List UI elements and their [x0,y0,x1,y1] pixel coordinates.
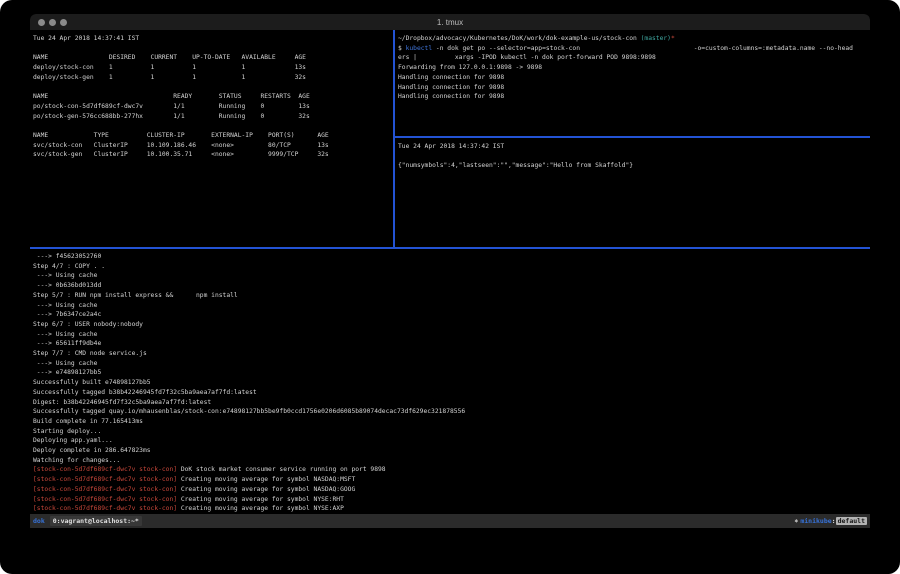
tmux-status-bar: dok 0:vagrant@localhost:~* ⎈ minikube : … [30,514,870,528]
terminal-line: Successfully tagged quay.io/mhausenblas/… [33,407,870,417]
tmux-window-label[interactable]: 0:vagrant@localhost:~* [50,516,142,526]
terminal-line: [stock-con-5d7df689cf-dwc7v stock-con] C… [33,485,870,495]
terminal-line: Tue 24 Apr 2018 14:37:42 IST [398,142,870,152]
terminal-line: {"numsymbols":4,"lastseen":"","message":… [398,161,870,171]
terminal-line: NAME TYPE CLUSTER-IP EXTERNAL-IP PORT(S)… [33,131,393,141]
terminal-line: ---> f45623052760 [33,252,870,262]
window-title: 1. tmux [30,18,870,27]
terminal-line: [stock-con-5d7df689cf-dwc7v stock-con] D… [33,465,870,475]
tmux-session-name: dok [33,517,45,525]
terminal-line: Build complete in 77.165413ms [33,417,870,427]
pane-skaffold-log[interactable]: ---> f45623052760Step 4/7 : COPY . . ---… [30,249,870,514]
tmux-content: Tue 24 Apr 2018 14:37:41 IST NAME DESIRE… [30,30,870,528]
terminal-line: ---> 7b6347ce2a4c [33,310,870,320]
terminal-line: [stock-con-5d7df689cf-dwc7v stock-con] C… [33,495,870,505]
pane-port-forward[interactable]: ~/Dropbox/advocacy/Kubernetes/DoK/work/d… [395,30,870,136]
right-pane-column: ~/Dropbox/advocacy/Kubernetes/DoK/work/d… [395,30,870,247]
terminal-line: ---> e74898127bb5 [33,368,870,378]
terminal-line: Step 6/7 : USER nobody:nobody [33,320,870,330]
terminal-line: ---> 0b636bd013dd [33,281,870,291]
terminal-line: Starting deploy... [33,427,870,437]
terminal-line [398,152,870,162]
terminal-line: svc/stock-con ClusterIP 10.109.186.46 <n… [33,141,393,151]
terminal-line: Forwarding from 127.0.0.1:9898 -> 9898 [398,63,870,73]
terminal-line: deploy/stock-gen 1 1 1 1 32s [33,73,393,83]
terminal-line: Digest: b38b42246945fd7f32c5ba9aea7af7fd… [33,398,870,408]
terminal-line: Tue 24 Apr 2018 14:37:41 IST [33,34,393,44]
kube-context-name: minikube [800,517,831,525]
terminal-window: 1. tmux Tue 24 Apr 2018 14:37:41 IST NAM… [30,14,870,528]
terminal-line: Step 5/7 : RUN npm install express && np… [33,291,870,301]
terminal-line: [stock-con-5d7df689cf-dwc7v stock-con] C… [33,475,870,485]
terminal-line: Step 4/7 : COPY . . [33,262,870,272]
terminal-line: Deploy complete in 286.647823ms [33,446,870,456]
terminal-line: ---> Using cache [33,359,870,369]
terminal-line: Deploying app.yaml... [33,436,870,446]
terminal-line: NAME READY STATUS RESTARTS AGE [33,92,393,102]
terminal-line: ---> 65611ff9db4e [33,339,870,349]
terminal-line: Watching for changes... [33,456,870,466]
terminal-line: Step 7/7 : CMD node service.js [33,349,870,359]
terminal-line: Handling connection for 9898 [398,83,870,93]
terminal-line [33,44,393,54]
terminal-line: ---> Using cache [33,330,870,340]
pane-app-response[interactable]: Tue 24 Apr 2018 14:37:42 IST {"numsymbol… [395,138,870,247]
terminal-line: [stock-con-5d7df689cf-dwc7v stock-con] C… [33,504,870,514]
slide-background: 1. tmux Tue 24 Apr 2018 14:37:41 IST NAM… [0,0,900,574]
terminal-line [33,83,393,93]
kube-context-indicator: ⎈ minikube : default [794,517,867,525]
terminal-line: po/stock-con-5d7df689cf-dwc7v 1/1 Runnin… [33,102,393,112]
pane-kubectl-watch[interactable]: Tue 24 Apr 2018 14:37:41 IST NAME DESIRE… [30,30,393,247]
top-pane-region: Tue 24 Apr 2018 14:37:41 IST NAME DESIRE… [30,30,870,247]
terminal-line: po/stock-gen-576cc688bb-277hx 1/1 Runnin… [33,112,393,122]
terminal-line: ---> Using cache [33,271,870,281]
terminal-line: deploy/stock-con 1 1 1 1 13s [33,63,393,73]
terminal-line: Handling connection for 9898 [398,73,870,83]
terminal-line: ---> Using cache [33,301,870,311]
terminal-line: ers | xargs -IPOD kubectl -n dok port-fo… [398,53,870,63]
terminal-line [33,121,393,131]
terminal-line: Handling connection for 9898 [398,92,870,102]
terminal-line: ~/Dropbox/advocacy/Kubernetes/DoK/work/d… [398,34,870,44]
kube-namespace-badge: default [836,517,867,525]
kubernetes-helm-icon: ⎈ [794,517,798,525]
terminal-line: svc/stock-gen ClusterIP 10.100.35.71 <no… [33,150,393,160]
terminal-line: Successfully built e74898127bb5 [33,378,870,388]
terminal-line: NAME DESIRED CURRENT UP-TO-DATE AVAILABL… [33,53,393,63]
terminal-line: $ kubectl -n dok get po --selector=app=s… [398,44,870,54]
terminal-line: Successfully tagged b38b42246945fd7f32c5… [33,388,870,398]
window-titlebar[interactable]: 1. tmux [30,14,870,30]
